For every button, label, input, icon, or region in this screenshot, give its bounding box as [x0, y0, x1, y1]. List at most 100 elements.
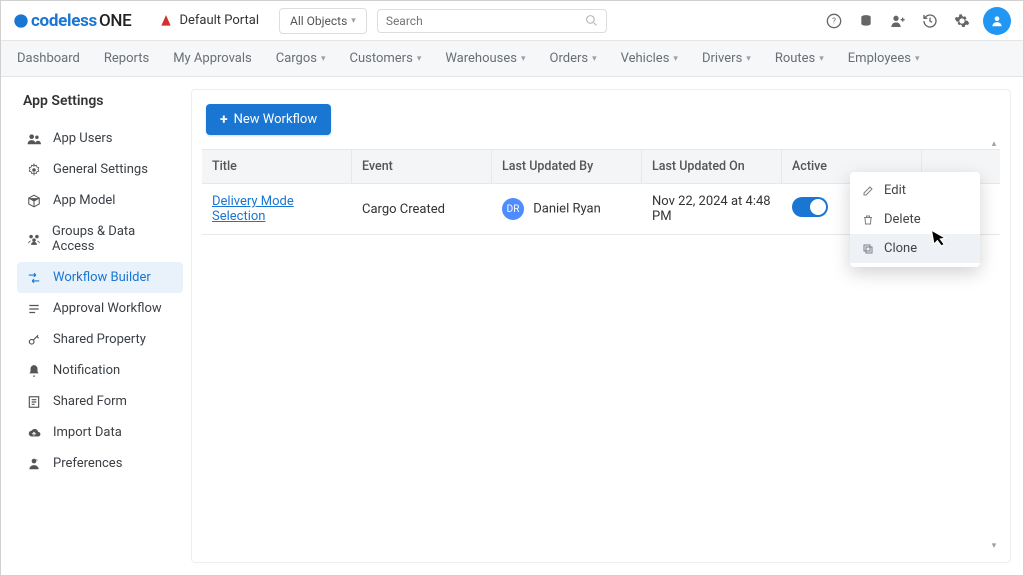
col-updated-by: Last Updated By [492, 150, 642, 183]
gear-icon [27, 163, 43, 177]
ctx-clone-label: Clone [884, 241, 917, 256]
nav-customers[interactable]: Customers▾ [350, 51, 422, 66]
search-input[interactable] [386, 14, 585, 28]
users-icon [27, 132, 43, 146]
chevron-down-icon: ▾ [915, 54, 920, 64]
nav-cargos[interactable]: Cargos▾ [276, 51, 326, 66]
form-icon [27, 395, 43, 409]
chevron-down-icon: ▾ [819, 54, 824, 64]
workflow-event: Cargo Created [352, 192, 492, 227]
object-selector-label: All Objects [290, 14, 347, 28]
sidebar-item-general-settings[interactable]: General Settings [17, 154, 183, 185]
global-search[interactable] [377, 9, 607, 33]
sidebar-title: App Settings [23, 93, 183, 109]
sidebar-item-label: Shared Form [53, 394, 127, 409]
sidebar-item-label: General Settings [53, 162, 148, 177]
scrollbar[interactable]: ▴ ▾ [988, 138, 1000, 552]
sidebar-item-app-users[interactable]: App Users [17, 123, 183, 154]
sidebar-item-preferences[interactable]: Preferences [17, 448, 183, 479]
settings-sidebar: App Settings App Users General Settings Ap… [1, 77, 191, 575]
ctx-edit[interactable]: Edit [850, 176, 980, 205]
profile-icon[interactable] [983, 7, 1011, 35]
nav-reports[interactable]: Reports [104, 51, 149, 66]
sidebar-item-label: App Users [53, 131, 112, 146]
sidebar-item-label: Preferences [53, 456, 122, 471]
sidebar-item-notification[interactable]: Notification [17, 355, 183, 386]
logo-text-rest: ONE [99, 11, 131, 31]
list-icon [27, 302, 43, 316]
sidebar-item-label: Approval Workflow [53, 301, 162, 316]
main-panel: New Workflow Title Event Last Updated By… [191, 89, 1011, 563]
sidebar-item-label: Shared Property [53, 332, 146, 347]
active-toggle[interactable] [792, 197, 828, 217]
bell-icon [27, 364, 43, 378]
pref-icon [27, 457, 43, 471]
app-logo[interactable]: codelessONE [13, 11, 131, 31]
history-icon[interactable] [919, 10, 941, 32]
chevron-down-icon: ▾ [592, 54, 597, 64]
search-icon [585, 14, 598, 27]
sidebar-item-app-model[interactable]: App Model [17, 185, 183, 216]
ctx-clone[interactable]: Clone [850, 234, 980, 263]
chevron-down-icon: ▾ [321, 54, 326, 64]
sidebar-item-label: Import Data [53, 425, 122, 440]
nav-drivers[interactable]: Drivers▾ [702, 51, 751, 66]
gear-icon[interactable] [951, 10, 973, 32]
flow-icon [27, 271, 43, 285]
sidebar-item-label: Groups & Data Access [52, 224, 173, 254]
edit-icon [862, 185, 876, 197]
scroll-up-icon[interactable]: ▴ [988, 138, 1000, 150]
db-icon[interactable] [855, 10, 877, 32]
sidebar-item-label: Notification [53, 363, 120, 378]
portal-name: Default Portal [179, 13, 259, 28]
nav-routes[interactable]: Routes▾ [775, 51, 824, 66]
col-event: Event [352, 150, 492, 183]
help-icon[interactable]: ? [823, 10, 845, 32]
nav-vehicles[interactable]: Vehicles▾ [621, 51, 678, 66]
sidebar-item-label: Workflow Builder [53, 270, 151, 285]
nav-my-approvals[interactable]: My Approvals [173, 51, 252, 66]
cloud-icon [27, 426, 43, 440]
scroll-down-icon[interactable]: ▾ [988, 540, 1000, 552]
chevron-down-icon: ▾ [746, 54, 751, 64]
object-selector[interactable]: All Objects ▾ [279, 8, 367, 34]
chevron-down-icon: ▾ [521, 54, 526, 64]
add-user-icon[interactable] [887, 10, 909, 32]
cube-icon [27, 194, 43, 208]
group-icon [27, 232, 42, 246]
user-name: Daniel Ryan [533, 201, 601, 216]
portal-selector[interactable]: Default Portal [149, 9, 269, 32]
chevron-down-icon: ▾ [417, 54, 422, 64]
key-icon [27, 333, 43, 347]
col-title: Title [202, 150, 352, 183]
topbar: codelessONE Default Portal All Objects ▾… [1, 1, 1023, 41]
portal-emblem-icon [159, 14, 173, 28]
sidebar-item-shared-property[interactable]: Shared Property [17, 324, 183, 355]
nav-warehouses[interactable]: Warehouses▾ [445, 51, 525, 66]
sidebar-item-shared-form[interactable]: Shared Form [17, 386, 183, 417]
logo-text-blue: codeless [31, 11, 97, 31]
new-workflow-label: New Workflow [234, 112, 317, 127]
row-context-menu: Edit Delete Clone [850, 172, 980, 267]
user-avatar: DR [502, 198, 524, 220]
ctx-edit-label: Edit [884, 183, 906, 198]
workflow-updated-on: Nov 22, 2024 at 4:48 PM [642, 184, 782, 234]
chevron-down-icon: ▾ [351, 16, 356, 26]
nav-employees[interactable]: Employees▾ [848, 51, 920, 66]
new-workflow-button[interactable]: New Workflow [206, 104, 331, 135]
sidebar-item-label: App Model [53, 193, 115, 208]
sidebar-item-workflow-builder[interactable]: Workflow Builder [17, 262, 183, 293]
workflow-title-link[interactable]: Delivery Mode Selection [212, 194, 294, 224]
sidebar-item-import-data[interactable]: Import Data [17, 417, 183, 448]
nav-orders[interactable]: Orders▾ [550, 51, 597, 66]
col-updated-on: Last Updated On [642, 150, 782, 183]
logo-mark-icon [13, 13, 29, 29]
ctx-delete[interactable]: Delete [850, 205, 980, 234]
svg-text:?: ? [832, 16, 836, 25]
sidebar-item-approval-workflow[interactable]: Approval Workflow [17, 293, 183, 324]
main-nav: Dashboard Reports My Approvals Cargos▾ Custo… [1, 41, 1023, 77]
sidebar-item-groups-data-access[interactable]: Groups & Data Access [17, 216, 183, 262]
chevron-down-icon: ▾ [673, 54, 678, 64]
nav-dashboard[interactable]: Dashboard [17, 51, 80, 66]
delete-icon [862, 214, 876, 226]
